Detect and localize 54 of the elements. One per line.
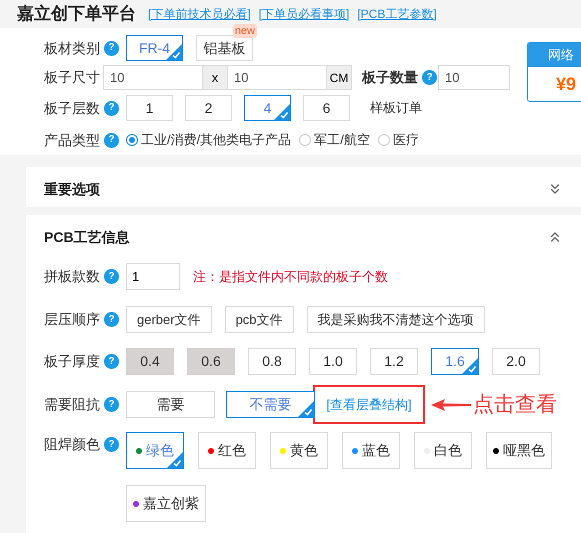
option-button[interactable]: 0.8 bbox=[248, 348, 296, 375]
field-label: 阻焊颜色 bbox=[44, 435, 100, 454]
option-button[interactable]: 1.2 bbox=[370, 348, 418, 375]
field-label: 板子厚度 bbox=[44, 352, 100, 371]
option-button[interactable]: 4 bbox=[244, 95, 291, 121]
field-label: 板子数量 bbox=[362, 68, 418, 87]
radio-option[interactable]: 军工/航空 bbox=[299, 130, 370, 150]
option-button[interactable]: FR-4 bbox=[126, 35, 183, 61]
field-label: 板材类别 bbox=[44, 38, 100, 58]
option-button[interactable]: 1 bbox=[126, 95, 173, 121]
option-button[interactable]: 2.0 bbox=[492, 348, 540, 375]
width-input[interactable]: 10 bbox=[103, 65, 203, 90]
field-label: 拼板款数 bbox=[44, 267, 100, 286]
sample-order-label: 样板订单 bbox=[370, 99, 422, 118]
panel-count-input[interactable]: 1 bbox=[126, 263, 180, 290]
option-button[interactable]: 绿色 bbox=[126, 432, 184, 469]
option-button[interactable]: 我是采购我不清楚这个选项 bbox=[306, 306, 485, 333]
option-button[interactable]: 白色 bbox=[414, 432, 472, 469]
field-label: 层压顺序 bbox=[44, 310, 100, 329]
price-text: ¥9 bbox=[556, 74, 576, 94]
page-title: 嘉立创下单平台 bbox=[17, 3, 136, 26]
option-button[interactable]: pcb文件 bbox=[224, 306, 294, 333]
check-corner-icon bbox=[274, 104, 290, 120]
option-button[interactable]: 蓝色 bbox=[342, 432, 400, 469]
option-button[interactable]: 哑黑色 bbox=[486, 432, 552, 469]
check-corner-icon bbox=[298, 401, 314, 417]
callout-text: 点击查看 bbox=[473, 392, 557, 418]
section-title: PCB工艺信息 bbox=[44, 228, 130, 246]
option-button[interactable]: 1.6 bbox=[431, 348, 479, 375]
quantity-input[interactable]: 10 bbox=[438, 65, 510, 90]
field-label: 板子尺寸 bbox=[44, 68, 100, 84]
note-text: 注：是指文件内不同款的板子个数 bbox=[193, 268, 388, 286]
field-label: 需要阻抗 bbox=[44, 395, 100, 414]
section-title: 重要选项 bbox=[44, 180, 100, 198]
option-button[interactable]: 嘉立创紫 bbox=[126, 485, 206, 522]
option-button[interactable]: gerber文件 bbox=[126, 306, 212, 333]
field-label: 产品类型 bbox=[44, 130, 100, 150]
option-button[interactable]: 1.0 bbox=[309, 348, 357, 375]
option-button[interactable]: 红色 bbox=[198, 432, 256, 469]
times-label: x bbox=[203, 65, 227, 90]
option-button[interactable]: 不需要 bbox=[226, 391, 315, 418]
radio-option[interactable]: 工业/消费/其他类电子产品 bbox=[126, 130, 292, 150]
price-card-title: 网络 bbox=[548, 46, 574, 64]
option-button[interactable]: 需要 bbox=[126, 391, 215, 418]
option-button[interactable]: 黄色 bbox=[270, 432, 328, 469]
unit-label: CM bbox=[327, 65, 352, 90]
arrow-icon bbox=[431, 398, 471, 412]
option-button[interactable]: 铝基板 bbox=[196, 35, 253, 61]
option-button[interactable]: 2 bbox=[185, 95, 232, 121]
option-button[interactable]: 6 bbox=[303, 95, 350, 121]
radio-option[interactable]: 医疗 bbox=[378, 130, 419, 150]
field-label: 板子层数 bbox=[44, 98, 100, 118]
new-badge: new bbox=[232, 24, 257, 38]
height-input[interactable]: 10 bbox=[227, 65, 327, 90]
